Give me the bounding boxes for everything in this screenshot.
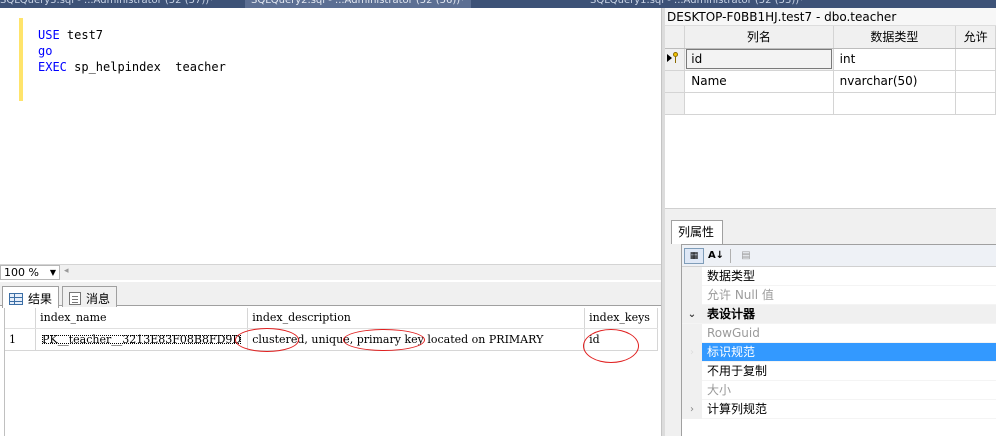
grid-header-row: index_name index_description index_keys [5,308,658,329]
row-selector-header [665,26,686,49]
annotation-circle [343,329,425,351]
column-header: 列名 [684,26,834,49]
column-header: 允许 [955,26,996,49]
table-row[interactable]: Name nvarchar(50) [665,70,996,93]
property-pages-icon[interactable]: ▤ [736,248,756,264]
expand-icon[interactable]: › [682,343,702,362]
data-type-cell[interactable] [833,92,957,115]
tab-results-label: 结果 [28,292,53,306]
table-row-empty[interactable] [665,92,996,115]
grid-icon [9,292,23,305]
tab-messages-label: 消息 [86,291,111,306]
category-label: 表设计器 [707,307,756,321]
results-table: index_name index_description index_keys … [5,308,658,351]
change-indicator [19,18,23,101]
row-selector[interactable] [665,92,686,115]
allow-null-cell[interactable] [955,48,996,71]
sql-text: sp_helpindex teacher [66,60,226,74]
document-tab-active[interactable]: SQLQuery2.sql - ...Administrator (52 (56… [245,0,472,8]
document-tab[interactable]: SQLQuery3.sql - ...Administrator (52 (57… [0,0,214,8]
property-row[interactable]: 大小 [682,381,996,400]
property-label: 大小 [707,383,732,397]
zoom-bar: 100 % ▼ ◂ [0,264,661,280]
sql-keyword: EXEC [38,60,67,74]
tab-results[interactable]: 结果 [2,286,60,308]
expand-icon[interactable]: › [682,400,702,419]
allow-null-cell[interactable] [955,92,996,115]
table-row[interactable]: id int [665,48,996,71]
property-label: 允许 Null 值 [707,288,774,302]
column-name-cell[interactable] [684,92,834,115]
row-selector[interactable] [665,70,686,93]
table-row[interactable]: 1 PK__teacher__3213E83F08B8FD9D clustere… [5,328,658,351]
categorized-icon[interactable]: ▦ [684,248,704,264]
document-tab-strip: SQLQuery3.sql - ...Administrator (52 (57… [0,0,996,8]
data-type-cell[interactable]: nvarchar(50) [833,70,957,93]
desc-part: located on PRIMARY [423,332,544,346]
property-row[interactable]: 数据类型 [682,267,996,286]
property-label: 不用于复制 [707,364,768,378]
column-properties-pane: 列属性 ▦ A↓ ▤ 数据类型 允许 Null 值 ⌄ 表设计器 RowGuid … [665,218,996,436]
pane-splitter-horizontal[interactable] [665,208,996,218]
tab-column-properties[interactable]: 列属性 [671,220,723,244]
code-line: EXEC sp_helpindex teacher [38,59,226,75]
column-name-cell[interactable]: Name [684,70,834,93]
annotation-circle [583,329,639,363]
property-label: 数据类型 [707,269,756,283]
toolbar-separator [730,249,731,263]
results-tab-strip: 结果 消息 [0,282,661,308]
column-header[interactable]: index_description [247,308,586,329]
chevron-down-icon[interactable]: ▼ [50,266,56,279]
sql-keyword: USE [38,28,60,42]
property-toolbar: ▦ A↓ ▤ [682,245,996,267]
property-category[interactable]: ⌄ 表设计器 [682,305,996,324]
code-line: USE test7 [38,27,226,43]
sort-alpha-icon[interactable]: A↓ [706,248,726,264]
column-header: 数据类型 [833,26,957,49]
row-number[interactable]: 1 [5,328,37,351]
property-row-selected[interactable]: › 标识规范 [682,343,996,362]
message-icon [69,291,81,305]
property-label: RowGuid [707,326,760,340]
index-name-value: PK__teacher__3213E83F08B8FD9D [42,332,242,346]
sql-code[interactable]: USE test7 go EXEC sp_helpindex teacher [38,27,226,75]
property-label: 计算列规范 [707,402,768,416]
query-editor[interactable]: USE test7 go EXEC sp_helpindex teacher [0,8,661,264]
code-line: go [38,43,226,59]
scroll-left-icon[interactable]: ◂ [64,266,69,276]
property-label: 标识规范 [707,345,756,359]
property-row[interactable]: 允许 Null 值 [682,286,996,305]
sql-keyword: go [38,44,53,58]
designer-header-row: 列名 数据类型 允许 [665,26,996,49]
cell-index-name[interactable]: PK__teacher__3213E83F08B8FD9D [35,328,249,351]
row-selector[interactable] [665,48,686,71]
results-grid[interactable]: index_name index_description index_keys … [4,308,658,436]
allow-null-cell[interactable] [955,70,996,93]
property-row[interactable]: › 计算列规范 [682,400,996,419]
tab-messages[interactable]: 消息 [62,286,118,307]
property-grid: ▦ A↓ ▤ 数据类型 允许 Null 值 ⌄ 表设计器 RowGuid › 标识规… [681,244,996,436]
zoom-select[interactable]: 100 % ▼ [0,265,60,280]
property-row[interactable]: RowGuid [682,324,996,343]
annotation-circle [235,328,299,352]
property-row[interactable]: 不用于复制 [682,362,996,381]
table-designer: DESKTOP-F0BB1HJ.test7 - dbo.teacher 列名 数… [665,8,996,208]
designer-title: DESKTOP-F0BB1HJ.test7 - dbo.teacher [665,8,996,26]
column-header[interactable]: index_name [35,308,249,329]
zoom-value: 100 % [4,266,39,279]
row-number-header [5,308,37,329]
designer-grid: 列名 数据类型 允许 id int Name nvarchar(50) [665,26,996,115]
column-header[interactable]: index_keys [584,308,658,329]
data-type-cell[interactable]: int [833,48,957,71]
document-tab[interactable]: SQLQuery1.sql - ...Administrator (52 (53… [590,0,804,8]
column-name-cell[interactable]: id [684,48,834,71]
primary-key-icon [665,51,681,64]
sql-text: test7 [59,28,104,42]
collapse-icon[interactable]: ⌄ [682,305,702,324]
